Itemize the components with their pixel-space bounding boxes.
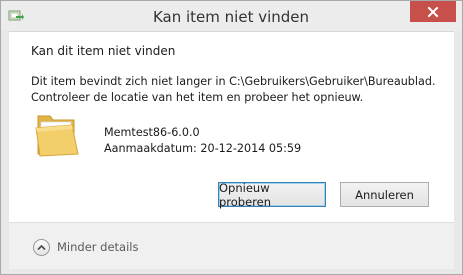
dialog-footer: Minder details	[9, 222, 454, 269]
message-line-1: Dit item bevindt zich niet langer in C:\…	[31, 75, 436, 88]
chevron-up-icon	[33, 238, 50, 256]
less-details-toggle[interactable]: Minder details	[33, 237, 138, 257]
less-details-label: Minder details	[57, 240, 139, 254]
cancel-button[interactable]: Annuleren	[340, 182, 429, 207]
folder-icon	[34, 108, 80, 158]
retry-button[interactable]: Opnieuw proberen	[218, 181, 326, 209]
message-line-2: Controleer de locatie van het item en pr…	[31, 91, 364, 104]
item-name: Memtest86-6.0.0	[104, 126, 200, 139]
close-button[interactable]	[410, 1, 456, 22]
dialog-message: Dit item bevindt zich niet langer in C:\…	[31, 74, 436, 106]
file-operation-icon	[8, 8, 24, 24]
close-icon	[427, 6, 439, 18]
dialog-content: Kan dit item niet vinden Dit item bevind…	[9, 31, 454, 222]
dialog-window: Kan item niet vinden Kan dit item niet v…	[0, 0, 463, 275]
item-created-date: Aanmaakdatum: 20-12-2014 05:59	[104, 142, 302, 155]
item-info: Memtest86-6.0.0 Aanmaakdatum: 20-12-2014…	[104, 125, 301, 157]
title-bar[interactable]: Kan item niet vinden	[1, 1, 462, 31]
window-title: Kan item niet vinden	[152, 8, 310, 26]
dialog-headline: Kan dit item niet vinden	[31, 44, 176, 58]
